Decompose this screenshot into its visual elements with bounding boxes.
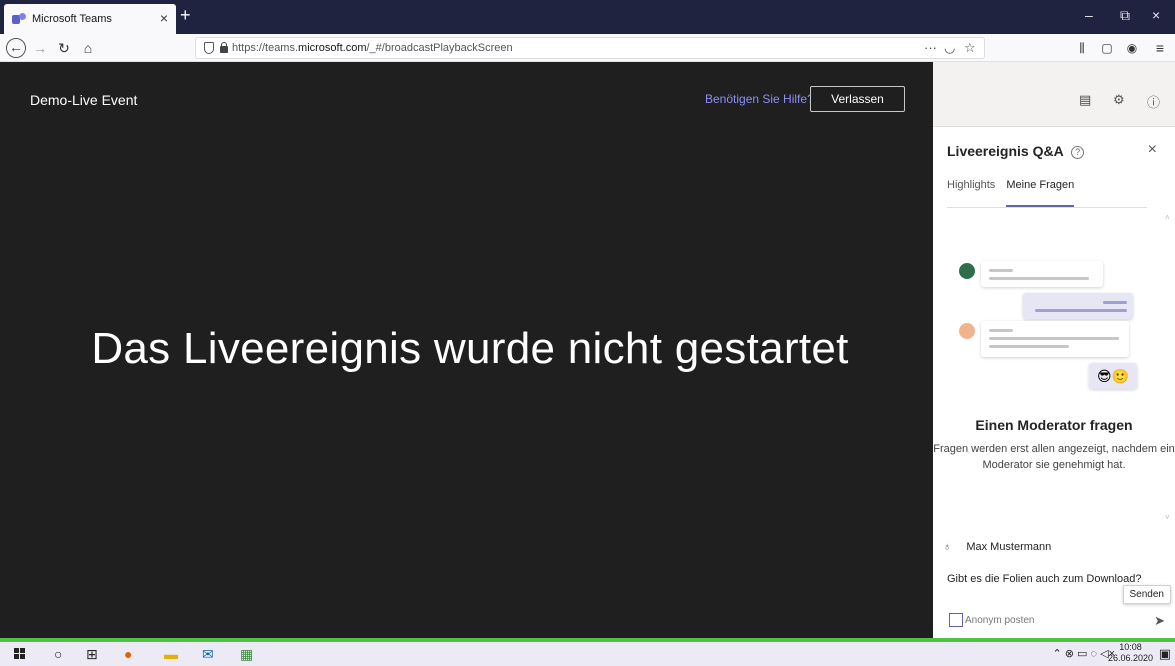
side-panel: ▤ ⚙ ⓘ Liveereignis Q&A ? × Highlights Me… bbox=[933, 62, 1175, 638]
firefox-icon[interactable]: ● bbox=[124, 645, 132, 663]
send-tooltip: Senden bbox=[1122, 585, 1171, 604]
minimize-icon[interactable]: – bbox=[1085, 8, 1093, 22]
event-title: Demo-Live Event bbox=[30, 92, 138, 108]
tab-meine-fragen[interactable]: Meine Fragen bbox=[1006, 179, 1075, 207]
anonymous-label: Anonym posten bbox=[965, 614, 1035, 626]
app-icon[interactable]: ▦ bbox=[240, 645, 253, 663]
restore-icon[interactable]: ⧉ bbox=[1120, 8, 1130, 22]
account-icon[interactable]: ◉ bbox=[1122, 38, 1142, 58]
reload-icon[interactable]: ↻ bbox=[54, 38, 74, 58]
event-status-message: Das Liveereignis wurde nicht gestartet bbox=[91, 324, 849, 373]
clock-time: 10:08 bbox=[1119, 642, 1142, 652]
clock-date: 26.06.2020 bbox=[1107, 653, 1153, 663]
forward-icon[interactable]: → bbox=[30, 38, 50, 58]
browser-tab-bar: Microsoft Teams × + – ⧉ × bbox=[0, 0, 1175, 34]
page-actions-icon[interactable]: ··· bbox=[924, 38, 937, 58]
send-icon[interactable]: ➤ bbox=[1154, 613, 1165, 629]
qa-title: Liveereignis Q&A ? bbox=[947, 143, 1085, 159]
url-suffix: /_#/broadcastPlaybackScreen bbox=[366, 42, 513, 54]
browser-tab-title: Microsoft Teams bbox=[32, 13, 112, 25]
back-icon[interactable]: ← bbox=[6, 38, 26, 58]
home-icon[interactable]: ⌂ bbox=[78, 38, 98, 58]
library-icon[interactable]: ⫼ bbox=[1072, 38, 1092, 58]
scroll-up-icon[interactable]: ˄ bbox=[1165, 213, 1170, 222]
help-link[interactable]: Benötigen Sie Hilfe? bbox=[705, 92, 814, 106]
qa-tabs: Highlights Meine Fragen bbox=[947, 179, 1082, 207]
avatar-dark bbox=[959, 263, 975, 279]
search-circle-icon[interactable]: ○ bbox=[54, 645, 62, 663]
url-bar[interactable]: https://teams.microsoft.com/_#/broadcast… bbox=[195, 37, 985, 59]
qa-empty-illustration: 😎🙂 bbox=[933, 247, 1175, 389]
system-tray-icons[interactable]: ⌃ ⊗ ▭ ◌ ◁× bbox=[1053, 647, 1115, 660]
emoji-reaction: 😎🙂 bbox=[1089, 363, 1137, 389]
browser-nav-bar: ← → ↻ ⌂ https://teams.microsoft.com/_#/b… bbox=[0, 34, 1175, 62]
avatar-light bbox=[959, 323, 975, 339]
window-close-icon[interactable]: × bbox=[1152, 8, 1160, 22]
mail-icon[interactable]: ✉ bbox=[202, 645, 214, 663]
windows-start-icon[interactable] bbox=[14, 648, 26, 660]
info-icon[interactable]: ⓘ bbox=[1147, 92, 1160, 111]
tracking-shield-icon[interactable] bbox=[204, 42, 214, 54]
url-prefix: https://teams. bbox=[232, 42, 299, 54]
lock-icon[interactable] bbox=[220, 42, 228, 53]
teams-icon bbox=[12, 13, 26, 25]
settings-gear-icon[interactable]: ⚙ bbox=[1113, 92, 1125, 108]
chat-bubble-2 bbox=[1023, 293, 1133, 319]
qa-close-icon[interactable]: × bbox=[1148, 141, 1157, 159]
notification-icon[interactable]: ▣ bbox=[1159, 646, 1171, 662]
new-tab-icon[interactable]: + bbox=[180, 5, 191, 25]
file-explorer-icon[interactable]: ▬ bbox=[164, 645, 178, 663]
leave-button[interactable]: Verlassen bbox=[810, 86, 905, 112]
qa-title-text: Liveereignis Q&A bbox=[947, 143, 1064, 159]
tab-highlights[interactable]: Highlights bbox=[947, 179, 995, 205]
tab-close-icon[interactable]: × bbox=[160, 11, 168, 25]
chat-bubble-1 bbox=[981, 261, 1103, 287]
qa-tab-divider bbox=[947, 207, 1147, 208]
pocket-icon[interactable]: ◡ bbox=[944, 38, 955, 58]
browser-tab[interactable]: Microsoft Teams × bbox=[4, 4, 176, 34]
bookmark-star-icon[interactable]: ☆ bbox=[964, 38, 976, 58]
task-view-icon[interactable]: ⊞ bbox=[86, 645, 98, 663]
url-domain: microsoft.com bbox=[298, 42, 367, 54]
qa-chat-icon[interactable]: ▤ bbox=[1079, 92, 1091, 108]
help-circle-icon[interactable]: ? bbox=[1071, 146, 1085, 159]
qa-user-name: Max Mustermann bbox=[966, 541, 1052, 553]
qa-empty-description: Fragen werden erst allen angezeigt, nach… bbox=[933, 443, 1175, 471]
anonymous-checkbox[interactable] bbox=[949, 613, 963, 627]
windows-taskbar: ○ ⊞ ● ▬ ✉ ▦ ⌃ ⊗ ▭ ◌ ◁× 10:08 26.06.2020 … bbox=[0, 642, 1175, 666]
scroll-down-icon[interactable]: ˅ bbox=[1165, 513, 1170, 522]
anonymous-option[interactable]: Anonym posten bbox=[949, 613, 1035, 627]
qa-card: Liveereignis Q&A ? × Highlights Meine Fr… bbox=[933, 126, 1175, 638]
person-icon: ♁ bbox=[943, 541, 952, 553]
system-clock[interactable]: 10:08 26.06.2020 bbox=[1108, 642, 1153, 664]
chat-bubble-3 bbox=[981, 321, 1129, 357]
qa-empty-title: Einen Moderator fragen bbox=[975, 417, 1133, 433]
sidebar-icon[interactable]: ▢ bbox=[1097, 38, 1117, 58]
menu-icon[interactable]: ≡ bbox=[1150, 38, 1170, 58]
broadcast-stage: Demo-Live Event Benötigen Sie Hilfe? Ver… bbox=[0, 62, 933, 638]
qa-user-row: ♁ Max Mustermann bbox=[943, 541, 1051, 553]
